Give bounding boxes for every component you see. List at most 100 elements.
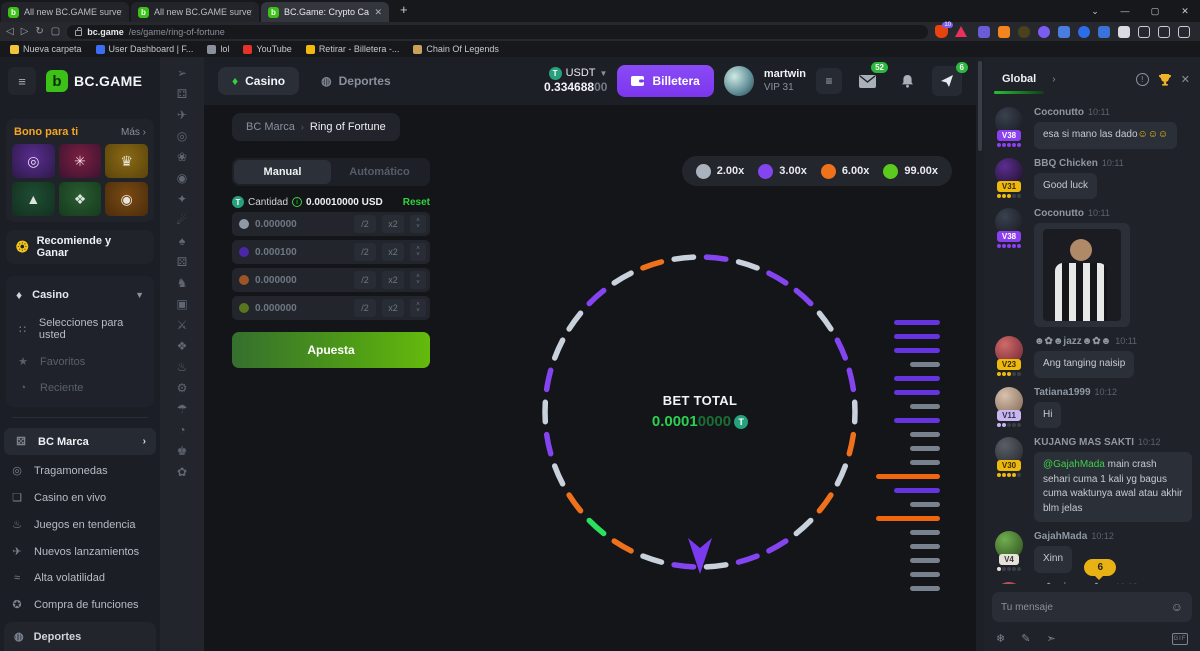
address-bar[interactable]: bc.game /es/game/ring-of-fortune: [67, 25, 928, 39]
sidebar-toggle-icon[interactable]: ≡: [8, 67, 36, 95]
mail-button[interactable]: 52: [852, 66, 882, 96]
multiplier-chip-6.00x[interactable]: 6.00x: [821, 164, 870, 179]
tab-automatico[interactable]: Automático: [331, 160, 428, 184]
double-button[interactable]: x2: [382, 271, 404, 289]
extension-gold-icon[interactable]: [1018, 26, 1030, 38]
sidebar-item-casino[interactable]: ♦ Casino ▼: [6, 280, 154, 310]
tab-search-icon[interactable]: ⌄: [1080, 6, 1110, 17]
category-icon-1[interactable]: ⚃: [177, 88, 187, 100]
bookmark-item[interactable]: Retirar - Billetera -...: [306, 44, 400, 54]
category-icon-16[interactable]: ☂: [177, 403, 188, 415]
sidebar-item-nuevos-lanzamientos[interactable]: ✈Nuevos lanzamientos: [0, 538, 160, 565]
new-tab-button[interactable]: +: [390, 0, 418, 22]
category-icon-2[interactable]: ✈: [177, 109, 187, 121]
chat-username[interactable]: KUJANG MAS SAKTI10:12: [1034, 437, 1192, 448]
category-icon-15[interactable]: ⚙: [177, 382, 188, 394]
user-menu-icon[interactable]: ≡: [816, 68, 842, 94]
chat-username[interactable]: Tatiana199910:12: [1034, 387, 1192, 398]
chat-username[interactable]: GajahMada10:12: [1034, 531, 1192, 542]
emoji-icon[interactable]: ☺: [1171, 600, 1183, 614]
close-window-button[interactable]: ✕: [1170, 6, 1200, 17]
sidebar-item-reciente[interactable]: ◔Reciente: [6, 375, 154, 401]
avatar[interactable]: [724, 66, 754, 96]
brave-rewards-icon[interactable]: [955, 26, 967, 37]
chat-username[interactable]: ☻✿☻jazz☻✿☻10:12: [1034, 582, 1192, 585]
bcgame-logo[interactable]: b BC.GAME: [46, 70, 142, 92]
forward-icon[interactable]: ▷: [21, 26, 29, 37]
category-icon-3[interactable]: ◎: [177, 130, 187, 142]
tab-casino[interactable]: ♦ Casino: [218, 67, 299, 95]
tip-icon[interactable]: ➣: [1046, 632, 1055, 645]
main-scrollbar[interactable]: [976, 57, 984, 651]
extension-shield-r-icon[interactable]: [1098, 26, 1110, 38]
category-icon-7[interactable]: ☄: [177, 214, 188, 226]
bet-button[interactable]: Apuesta: [232, 332, 430, 368]
amount-stepper[interactable]: ˄˅: [410, 243, 426, 261]
minimize-button[interactable]: —: [1110, 6, 1140, 16]
half-button[interactable]: /2: [354, 243, 376, 261]
rules-icon[interactable]: ✎: [1021, 632, 1030, 645]
refer-and-earn[interactable]: ❂ Recomiende y Ganar: [6, 230, 154, 264]
category-icon-17[interactable]: ◔: [178, 424, 185, 436]
wallet-button[interactable]: Billetera: [617, 65, 713, 97]
chevron-right-icon[interactable]: ›: [1052, 74, 1055, 85]
multiplier-chip-99.00x[interactable]: 99.00x: [883, 164, 938, 179]
bet-amount-value[interactable]: 0.000000: [255, 303, 348, 314]
category-icon-10[interactable]: ♞: [177, 277, 188, 289]
extension-blue-pen-icon[interactable]: [1058, 26, 1070, 38]
bonus-coin[interactable]: ◉: [105, 182, 148, 216]
sidebar-item-alta-volatilidad[interactable]: ≈Alta volatilidad: [0, 565, 160, 591]
bet-amount-value[interactable]: 0.000100: [255, 247, 348, 258]
bonus-rocket[interactable]: ▲: [12, 182, 55, 216]
reset-button[interactable]: Reset: [403, 197, 430, 208]
chat-message-input[interactable]: [1001, 602, 1171, 613]
sidebar-item-compra-de-funciones[interactable]: ✪Compra de funciones: [0, 591, 160, 618]
chat-username[interactable]: BBQ Chicken10:11: [1034, 158, 1192, 169]
category-icon-5[interactable]: ◉: [177, 172, 187, 184]
sidebar-item-deportes[interactable]: ◍ Deportes: [4, 622, 156, 651]
new-messages-pill[interactable]: 6: [1084, 559, 1116, 576]
maximize-button[interactable]: ▢: [1140, 6, 1170, 17]
brave-shield-icon[interactable]: 10: [935, 25, 948, 38]
tab-global-chat[interactable]: Global: [994, 60, 1044, 98]
bonus-target[interactable]: ◎: [12, 144, 55, 178]
bookmark-item[interactable]: Nueva carpeta: [10, 44, 82, 54]
double-button[interactable]: x2: [382, 215, 404, 233]
bonus-more-link[interactable]: Más ›: [121, 127, 146, 138]
close-tab-icon[interactable]: ✕: [374, 7, 382, 18]
category-icon-0[interactable]: ➢: [177, 67, 187, 79]
breadcrumb-parent[interactable]: BC Marca: [246, 121, 295, 133]
multiplier-chip-3.00x[interactable]: 3.00x: [758, 164, 807, 179]
category-icon-6[interactable]: ✦: [177, 193, 187, 205]
extension-tw-icon[interactable]: [978, 26, 990, 38]
double-button[interactable]: x2: [382, 299, 404, 317]
rain-icon[interactable]: ❄: [996, 632, 1005, 645]
tab-deportes[interactable]: ◍ Deportes: [307, 67, 405, 95]
half-button[interactable]: /2: [354, 299, 376, 317]
category-icon-12[interactable]: ⚔: [177, 319, 188, 331]
bookmark-item[interactable]: Chain Of Legends: [413, 44, 499, 54]
category-icon-8[interactable]: ♠: [179, 235, 185, 247]
currency-selector[interactable]: T USDT ▼ 0.33468800: [544, 67, 607, 96]
side-panel-icon[interactable]: [1138, 26, 1150, 38]
extension-purple-icon[interactable]: [1038, 26, 1050, 38]
chat-toggle-button[interactable]: 6: [932, 66, 962, 96]
sidebar-item-bc-marca[interactable]: ⚄BC Marca›: [4, 428, 156, 455]
tab-manual[interactable]: Manual: [234, 160, 331, 184]
sidebar-item-juegos-en-tendencia[interactable]: ♨Juegos en tendencia: [0, 511, 160, 538]
browser-tab[interactable]: bAll new BC.GAME survey & feedback n: [131, 2, 259, 22]
sidebar-item-casino-en-vivo[interactable]: ❏Casino en vivo: [0, 484, 160, 511]
half-button[interactable]: /2: [354, 215, 376, 233]
category-icon-14[interactable]: ♨: [177, 361, 188, 373]
browser-tab[interactable]: bBC.Game: Crypto Casino Games &✕: [261, 2, 389, 22]
mention[interactable]: @GajahMada: [1043, 459, 1105, 470]
half-button[interactable]: /2: [354, 271, 376, 289]
category-icon-18[interactable]: ♚: [177, 445, 188, 457]
chat-username[interactable]: Coconutto10:11: [1034, 107, 1192, 118]
amount-stepper[interactable]: ˄˅: [410, 215, 426, 233]
trophy-icon[interactable]: [1158, 73, 1172, 86]
chat-image-message[interactable]: [1034, 223, 1130, 327]
category-icon-9[interactable]: ⚄: [177, 256, 187, 268]
bookmark-icon[interactable]: ▢: [51, 26, 60, 37]
puzzle-icon[interactable]: [1118, 26, 1130, 38]
